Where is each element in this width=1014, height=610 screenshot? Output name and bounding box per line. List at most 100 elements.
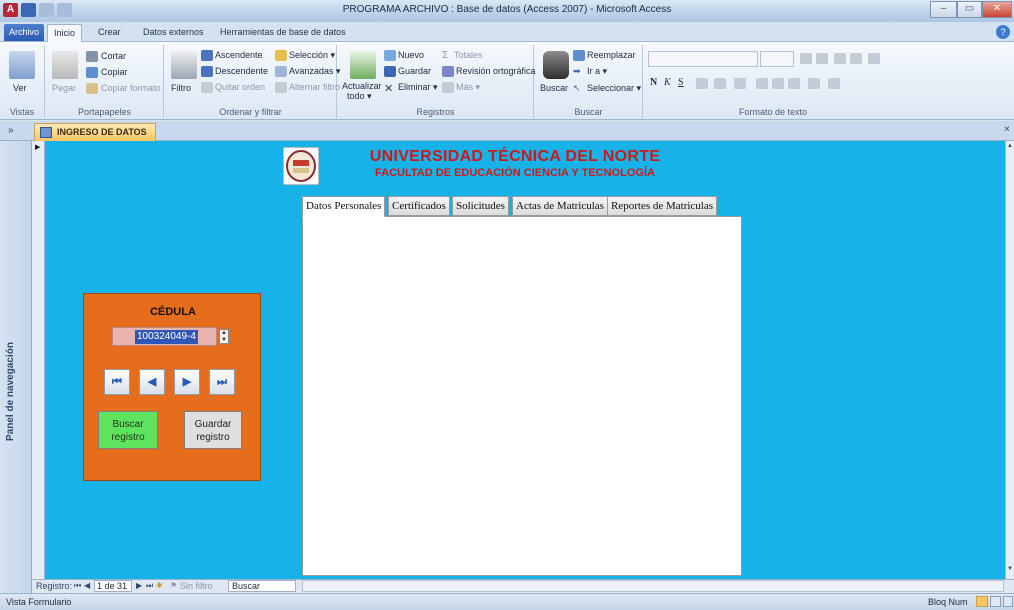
align-left-icon[interactable] xyxy=(756,78,768,89)
quitar-orden-button[interactable]: Quitar orden xyxy=(215,82,265,92)
buscar-registro-button[interactable]: Buscar registro xyxy=(98,411,158,449)
tab-reportes-matriculas[interactable]: Reportes de Matriculas xyxy=(607,196,718,216)
nav-pane-toggle[interactable]: » xyxy=(8,125,14,136)
mas-button[interactable]: Más ▾ xyxy=(456,82,480,93)
cedula-spinner[interactable]: ▲ ▼ xyxy=(219,329,229,344)
close-button[interactable]: ✕ xyxy=(982,1,1012,18)
todo-dropdown[interactable]: todo ▾ xyxy=(347,91,372,102)
align-center-icon[interactable] xyxy=(772,78,784,89)
revision-button[interactable]: Revisión ortográfica xyxy=(456,66,536,76)
seleccion-button[interactable]: Selección ▾ xyxy=(289,50,335,61)
numbering-icon[interactable] xyxy=(816,53,828,64)
first-record-nav-icon[interactable]: ⏮ xyxy=(74,581,81,591)
select-icon: ↖ xyxy=(573,83,581,93)
last-record-button[interactable]: ⏭ xyxy=(209,369,235,395)
title-bar: A PROGRAMA ARCHIVO : Base de datos (Acce… xyxy=(0,0,1014,22)
last-record-nav-icon[interactable]: ⏭ xyxy=(146,581,153,591)
totales-button[interactable]: Totales xyxy=(454,50,483,60)
record-selector[interactable]: ▶ xyxy=(32,141,45,579)
prev-record-nav-icon[interactable]: ◀ xyxy=(84,581,90,590)
highlight-icon[interactable] xyxy=(714,78,726,89)
filtro-button[interactable]: Filtro xyxy=(171,83,191,93)
toggle-filter-icon xyxy=(275,82,287,93)
datasheet-view-icon[interactable] xyxy=(990,596,1001,607)
tab-inicio[interactable]: Inicio xyxy=(47,24,83,43)
group-registros: Actualizar todo ▾ Nuevo Guardar ✕ Elimin… xyxy=(338,45,536,118)
decrease-indent-icon[interactable] xyxy=(834,53,846,64)
buscar-ribbon-button[interactable]: Buscar xyxy=(540,83,568,93)
guardar-registro-button[interactable]: Guardar registro xyxy=(184,411,242,449)
tab-crear[interactable]: Crear xyxy=(92,24,127,42)
tab-actas-matriculas[interactable]: Actas de Matriculas xyxy=(512,196,608,216)
filter-icon[interactable] xyxy=(171,51,197,79)
font-color-icon[interactable] xyxy=(696,78,708,89)
view-icon[interactable] xyxy=(9,51,35,79)
tab-datos-externos[interactable]: Datos externos xyxy=(137,24,210,42)
form-horizontal-scrollbar[interactable] xyxy=(302,580,1004,592)
italic-button[interactable]: K xyxy=(664,77,671,88)
form-vertical-scrollbar[interactable]: ▲ ▼ xyxy=(1005,141,1014,579)
document-tab-ingreso[interactable]: INGRESO DE DATOS xyxy=(34,123,156,141)
tab-archivo[interactable]: Archivo xyxy=(4,24,45,41)
minimize-button[interactable]: – xyxy=(930,1,957,18)
record-search-input[interactable]: Buscar xyxy=(228,580,296,592)
paragraph-direction-icon[interactable] xyxy=(868,53,880,64)
copiar-button[interactable]: Copiar xyxy=(101,67,128,77)
alternate-row-color-icon[interactable] xyxy=(828,78,840,89)
bullets-icon[interactable] xyxy=(800,53,812,64)
eliminar-button[interactable]: Eliminar ▾ xyxy=(398,82,438,93)
design-view-icon[interactable] xyxy=(1003,596,1013,607)
guardar-button[interactable]: Guardar xyxy=(398,66,431,76)
selection-filter-icon xyxy=(275,50,287,61)
goto-icon: ➡ xyxy=(573,66,581,76)
ascendente-button[interactable]: Ascendente xyxy=(215,50,263,60)
tab-herramientas[interactable]: Herramientas de base de datos xyxy=(214,24,352,42)
copiar-formato-button[interactable]: Copiar formato xyxy=(101,83,161,93)
actualizar-button[interactable]: Actualizar xyxy=(342,81,382,91)
gridlines-icon[interactable] xyxy=(808,78,820,89)
font-size-combo[interactable] xyxy=(760,51,794,67)
cedula-combo[interactable]: 100324049-4 xyxy=(112,327,217,346)
underline-button[interactable]: S xyxy=(678,77,684,88)
paste-icon[interactable] xyxy=(52,51,78,79)
align-right-icon[interactable] xyxy=(788,78,800,89)
maximize-button[interactable]: ▭ xyxy=(957,1,982,18)
help-icon[interactable]: ? xyxy=(996,25,1010,39)
bold-button[interactable]: N xyxy=(650,77,657,88)
reemplazar-button[interactable]: Reemplazar xyxy=(587,50,636,60)
form-view-icon[interactable] xyxy=(976,596,988,607)
tab-certificados[interactable]: Certificados xyxy=(388,196,450,216)
next-record-nav-icon[interactable]: ▶ xyxy=(136,581,142,590)
tab-datos-personales[interactable]: Datos Personales xyxy=(302,196,386,217)
group-formato-texto: N K S Formato de texto xyxy=(644,45,902,118)
first-record-button[interactable]: ⏮ xyxy=(104,369,130,395)
fill-color-icon[interactable] xyxy=(734,78,746,89)
font-name-combo[interactable] xyxy=(648,51,758,67)
form-tab-control: Datos Personales Certificados Solicitude… xyxy=(302,196,742,576)
copy-icon xyxy=(86,67,98,78)
alternar-filtro-button[interactable]: Alternar filtro xyxy=(289,82,340,92)
cortar-button[interactable]: Cortar xyxy=(101,51,126,61)
pegar-button[interactable]: Pegar xyxy=(52,83,76,93)
ir-a-button[interactable]: Ir a ▾ xyxy=(587,66,607,77)
descendente-button[interactable]: Descendente xyxy=(215,66,268,76)
more-icon xyxy=(442,82,454,93)
record-position[interactable]: 1 de 31 xyxy=(94,580,132,592)
ver-button[interactable]: Ver xyxy=(13,83,27,93)
increase-indent-icon[interactable] xyxy=(850,53,862,64)
previous-record-button[interactable]: ◀ xyxy=(139,369,165,395)
refresh-icon[interactable] xyxy=(350,51,376,79)
replace-icon xyxy=(573,50,585,61)
nuevo-button[interactable]: Nuevo xyxy=(398,50,424,60)
binoculars-icon[interactable] xyxy=(543,51,569,79)
next-record-button[interactable]: ▶ xyxy=(174,369,200,395)
scroll-down-icon[interactable]: ▼ xyxy=(1007,566,1013,572)
navigation-pane[interactable]: Panel de navegación xyxy=(0,141,32,593)
avanzadas-button[interactable]: Avanzadas ▾ xyxy=(289,66,340,77)
new-record-nav-icon[interactable]: ✱ xyxy=(156,581,163,590)
seleccionar-button[interactable]: Seleccionar ▾ xyxy=(587,83,641,94)
tab-solicitudes[interactable]: Solicitudes xyxy=(452,196,509,216)
scroll-up-icon[interactable]: ▲ xyxy=(1007,143,1013,149)
close-document-icon[interactable]: × xyxy=(1004,124,1010,135)
no-filter-status[interactable]: Sin filtro xyxy=(180,581,213,591)
